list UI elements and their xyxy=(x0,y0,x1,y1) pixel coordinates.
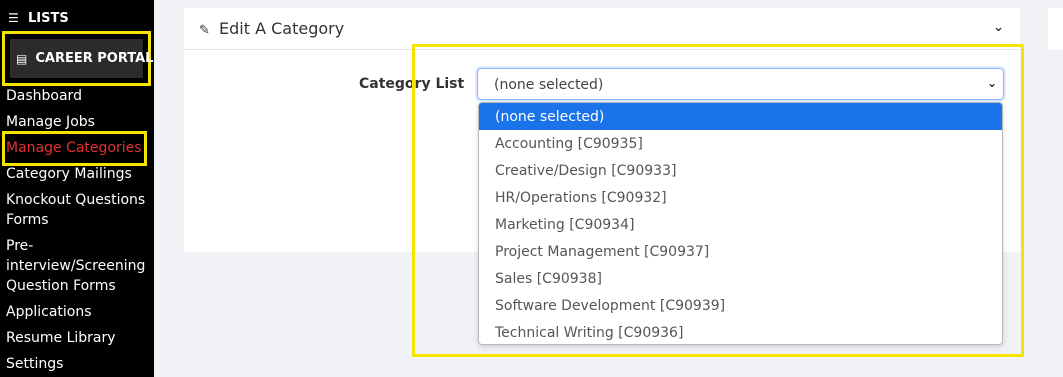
sidebar-item-knockout-questions[interactable]: Knockout Questions xyxy=(6,190,145,210)
dropdown-option[interactable]: Project Management [C90937] xyxy=(479,238,1002,265)
card-title-text: Edit A Category xyxy=(219,19,345,38)
edit-icon: ✎ xyxy=(199,23,210,38)
sidebar-item-dashboard[interactable]: Dashboard xyxy=(6,86,82,106)
sidebar-item-manage-categories[interactable]: Manage Categories xyxy=(6,138,142,158)
career-portal-button[interactable]: ▤ CAREER PORTAL xyxy=(10,39,153,78)
sidebar-item-category-mailings[interactable]: Category Mailings xyxy=(6,164,132,184)
lists-label: LISTS xyxy=(28,10,69,26)
sidebar-item-manage-jobs[interactable]: Manage Jobs xyxy=(6,112,95,132)
dropdown-option[interactable]: (none selected) xyxy=(479,103,1002,130)
dropdown-option[interactable]: Software Development [C90939] xyxy=(479,292,1002,319)
sidebar-item-knockout-questions-line2[interactable]: Forms xyxy=(6,210,49,230)
category-list-select[interactable]: (none selected) ⌄ xyxy=(477,68,1004,100)
right-panel-edge xyxy=(1048,8,1063,50)
sidebar-item-screening-forms-line2[interactable]: interview/Screening xyxy=(6,256,145,276)
list-icon: ☰ xyxy=(8,11,19,25)
career-portal-label: CAREER PORTAL xyxy=(35,51,154,66)
dropdown-option[interactable]: Creative/Design [C90933] xyxy=(479,157,1002,184)
document-icon: ▤ xyxy=(16,51,28,66)
category-list-label: Category List xyxy=(359,76,465,92)
dropdown-option[interactable]: HR/Operations [C90932] xyxy=(479,184,1002,211)
sidebar-item-screening-forms[interactable]: Pre- xyxy=(6,236,33,256)
dropdown-option[interactable]: Accounting [C90935] xyxy=(479,130,1002,157)
chevron-down-icon[interactable]: ⌄ xyxy=(993,20,1004,35)
sidebar-item-settings[interactable]: Settings xyxy=(6,354,63,374)
career-portal-highlight: ▤ CAREER PORTAL xyxy=(2,31,153,86)
sidebar: ☰ LISTS ▤ CAREER PORTAL Dashboard Manage… xyxy=(0,0,154,377)
sidebar-item-applications[interactable]: Applications xyxy=(6,302,92,322)
category-dropdown-list: (none selected) Accounting [C90935] Crea… xyxy=(478,102,1003,345)
sidebar-item-screening-forms-line3[interactable]: Question Forms xyxy=(6,276,116,296)
dropdown-option[interactable]: Marketing [C90934] xyxy=(479,211,1002,238)
lists-header[interactable]: ☰ LISTS xyxy=(8,9,69,27)
chevron-down-icon: ⌄ xyxy=(986,76,997,90)
dropdown-option[interactable]: Technical Writing [C90936] xyxy=(479,319,1002,344)
dropdown-option[interactable]: Sales [C90938] xyxy=(479,265,1002,292)
select-current-value: (none selected) xyxy=(494,77,604,93)
sidebar-item-resume-library[interactable]: Resume Library xyxy=(6,328,116,348)
card-header[interactable]: ✎ Edit A Category ⌄ xyxy=(184,8,1020,50)
card-title: ✎ Edit A Category xyxy=(199,19,344,38)
